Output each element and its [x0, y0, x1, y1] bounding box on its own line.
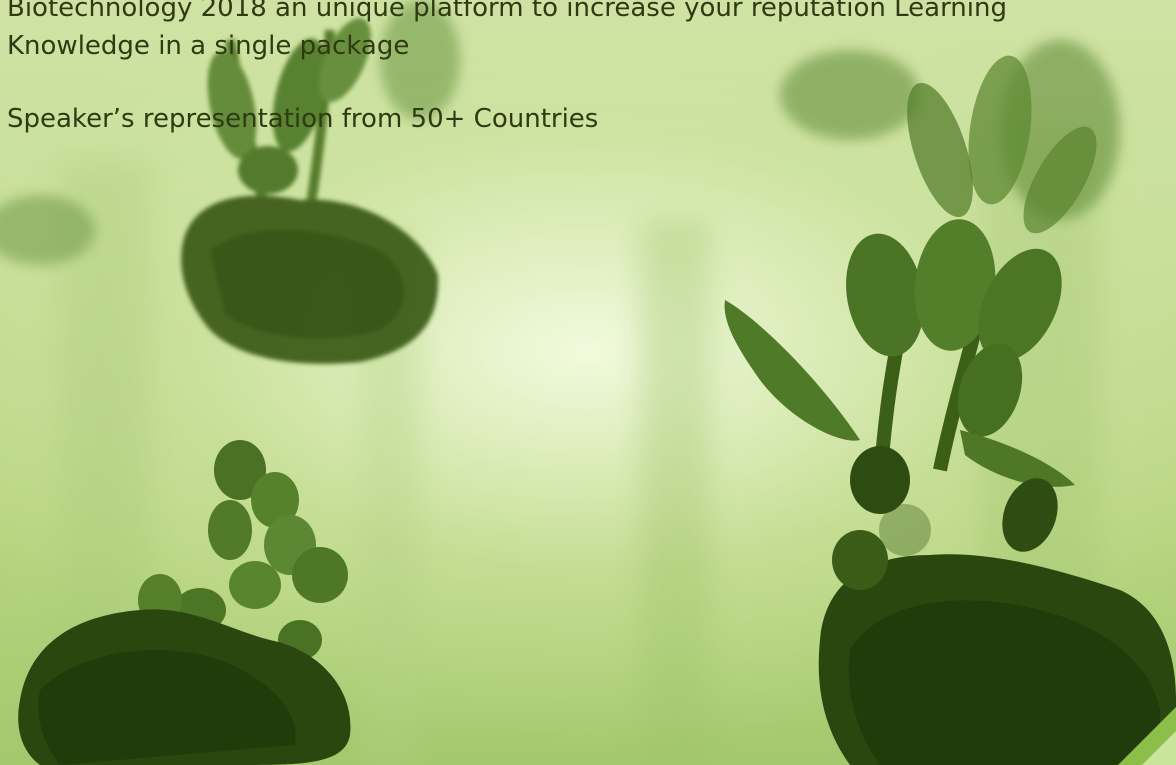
speakers-representation-text: Speaker’s representation from 50+ Countr… [7, 104, 599, 134]
intro-headline: Biotechnology 2018 an unique platform to… [7, 0, 1176, 65]
intro-line-1: Biotechnology 2018 an unique platform to… [7, 0, 1007, 23]
hero-slide: Biotechnology 2018 an unique platform to… [0, 0, 1176, 765]
corner-accent-inner-shape [1142, 731, 1176, 765]
intro-line-2: Knowledge in a single package [7, 31, 410, 61]
